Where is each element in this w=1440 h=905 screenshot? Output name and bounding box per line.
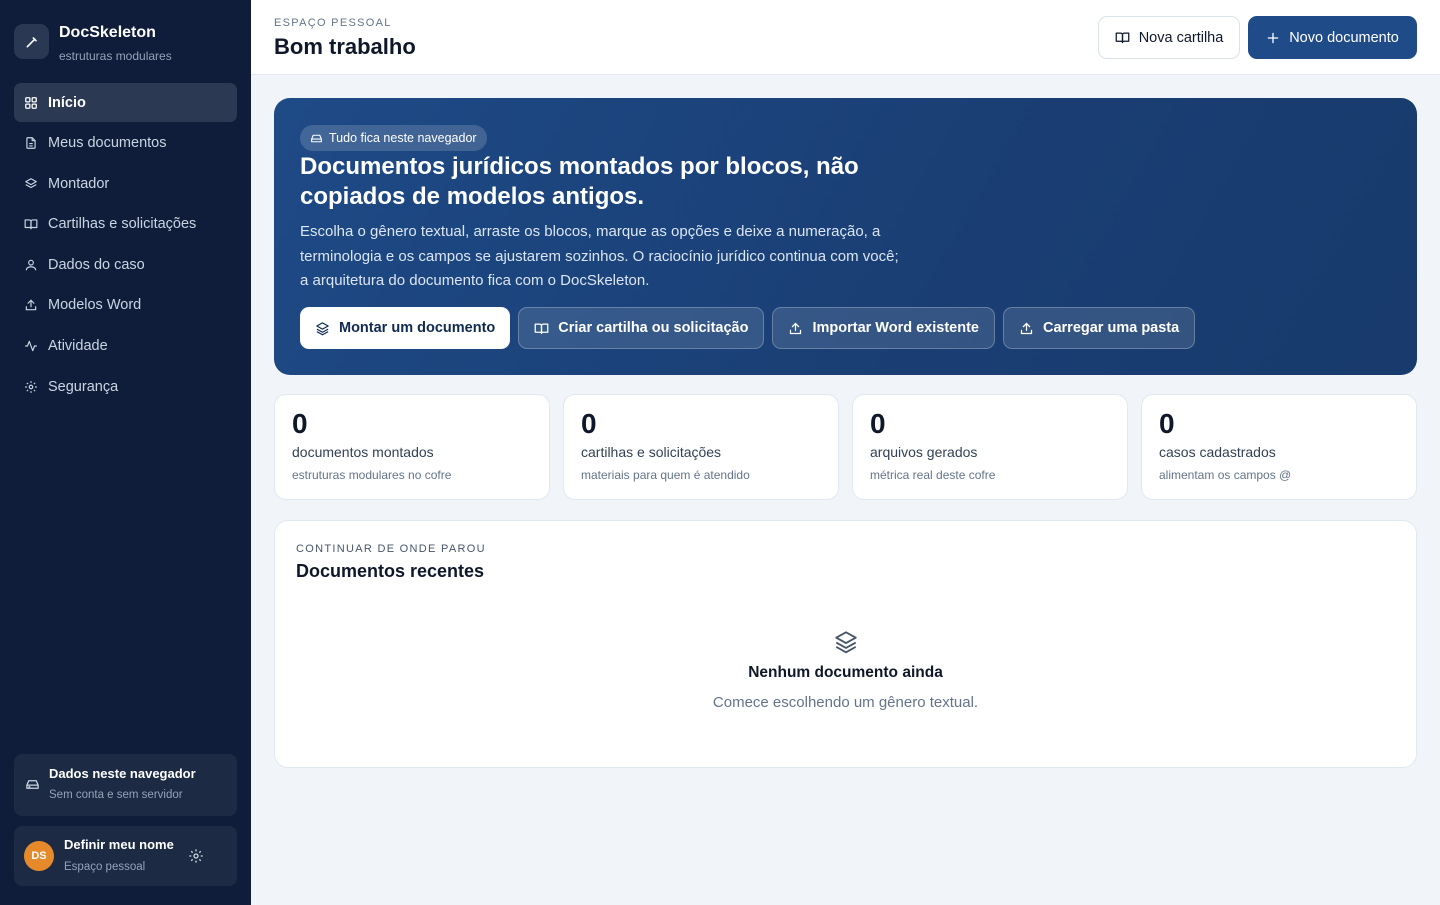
sidebar-item-label: Segurança <box>48 378 119 395</box>
sidebar-item-inicio[interactable]: Início <box>14 83 237 122</box>
create-cartilha-label: Criar cartilha ou solicitação <box>558 320 749 336</box>
hero-description: Escolha o gênero textual, arraste os blo… <box>300 223 899 289</box>
layers-icon <box>24 177 38 191</box>
brand-name: DocSkeleton <box>59 24 156 41</box>
new-document-label: Novo documento <box>1289 29 1399 46</box>
empty-state-subtitle: Comece escolhendo um gênero textual. <box>712 694 979 711</box>
sidebar-item-seguranca[interactable]: Segurança <box>14 367 237 406</box>
storage-title: Dados neste navegador <box>49 766 196 781</box>
build-document-label: Montar um documento <box>339 320 496 336</box>
stat-label: arquivos gerados <box>870 444 978 460</box>
user-workspace: Espaço pessoal <box>64 861 146 873</box>
sidebar-item-label: Montador <box>48 175 110 192</box>
hero-badge-label: Tudo fica neste navegador <box>329 131 477 145</box>
stat-value: 0 <box>1159 408 1175 439</box>
stat-card-files: 0 arquivos gerados métrica real deste co… <box>852 394 1128 500</box>
stat-card-cases: 0 casos cadastrados alimentam os campos … <box>1141 394 1417 500</box>
plus-icon <box>1266 31 1280 45</box>
sidebar-item-label: Modelos Word <box>48 297 142 314</box>
storage-card: Dados neste navegador Sem conta e sem se… <box>14 754 237 816</box>
layers-icon <box>832 629 860 655</box>
hero-title: Documentos jurídicos montados por blocos… <box>300 153 859 210</box>
new-document-button[interactable]: Novo documento <box>1248 16 1417 59</box>
empty-state-title: Nenhum documento ainda <box>748 664 943 681</box>
avatar: DS <box>24 841 54 871</box>
stat-card-documents: 0 documentos montados estruturas modular… <box>274 394 550 500</box>
recent-eyebrow: CONTINUAR DE ONDE PAROU <box>296 543 486 555</box>
upload-icon <box>24 298 38 312</box>
wand-icon <box>14 24 49 59</box>
user-card[interactable]: DS Definir meu nome Espaço pessoal <box>14 826 237 886</box>
import-word-label: Importar Word existente <box>812 320 979 336</box>
user-icon <box>24 258 38 272</box>
user-name[interactable]: Definir meu nome <box>64 837 174 852</box>
upload-folder-button[interactable]: Carregar uma pasta <box>1003 307 1196 349</box>
drive-icon <box>25 777 40 797</box>
upload-folder-label: Carregar uma pasta <box>1043 320 1180 336</box>
book-icon <box>24 217 38 231</box>
upload-icon <box>788 321 803 336</box>
sidebar-item-atividade[interactable]: Atividade <box>14 327 237 366</box>
recent-documents-panel: CONTINUAR DE ONDE PAROU Documentos recen… <box>274 520 1417 768</box>
sidebar: DocSkeleton estruturas modulares Início … <box>0 0 251 905</box>
stat-value: 0 <box>292 408 308 439</box>
activity-icon <box>24 339 38 353</box>
page-title: Bom trabalho <box>274 34 416 59</box>
brand[interactable]: DocSkeleton estruturas modulares <box>14 24 172 63</box>
upload-icon <box>1019 321 1034 336</box>
stat-value: 0 <box>870 408 886 439</box>
stat-label: documentos montados <box>292 444 434 460</box>
settings-gear-icon[interactable] <box>188 848 204 869</box>
recent-title: Documentos recentes <box>296 561 485 581</box>
header-eyebrow: ESPAÇO PESSOAL <box>274 17 392 29</box>
stat-label: casos cadastrados <box>1159 444 1276 460</box>
grid-icon <box>24 96 38 110</box>
sidebar-item-meus-documentos[interactable]: Meus documentos <box>14 124 237 163</box>
sidebar-item-label: Cartilhas e solicitações <box>48 216 197 233</box>
import-word-button[interactable]: Importar Word existente <box>772 307 995 349</box>
stat-card-cartilhas: 0 cartilhas e solicitações materiais par… <box>563 394 839 500</box>
file-icon <box>24 136 38 150</box>
stat-subtitle: alimentam os campos @ <box>1159 468 1292 482</box>
hero-actions: Montar um documento Criar cartilha ou so… <box>300 307 1203 349</box>
gear-icon <box>24 380 38 394</box>
sidebar-item-label: Início <box>48 94 86 111</box>
stat-subtitle: métrica real deste cofre <box>870 468 996 482</box>
create-cartilha-button[interactable]: Criar cartilha ou solicitação <box>518 307 765 349</box>
layers-icon <box>315 321 330 336</box>
sidebar-item-dados-do-caso[interactable]: Dados do caso <box>14 245 237 284</box>
stat-label: cartilhas e solicitações <box>581 444 722 460</box>
new-cartilha-label: Nova cartilha <box>1138 29 1224 46</box>
brand-subtitle: estruturas modulares <box>59 49 172 63</box>
sidebar-item-montador[interactable]: Montador <box>14 164 237 203</box>
sidebar-item-label: Meus documentos <box>48 135 167 152</box>
hero-banner: Tudo fica neste navegador Documentos jur… <box>274 98 1417 375</box>
stat-subtitle: estruturas modulares no cofre <box>292 468 452 482</box>
drive-icon <box>310 132 323 145</box>
stat-value: 0 <box>581 408 597 439</box>
build-document-button[interactable]: Montar um documento <box>300 307 511 349</box>
stat-subtitle: materiais para quem é atendido <box>581 468 750 482</box>
book-icon <box>534 321 549 336</box>
new-cartilha-button[interactable]: Nova cartilha <box>1098 16 1240 59</box>
storage-subtitle: Sem conta e sem servidor <box>49 789 183 801</box>
hero-badge: Tudo fica neste navegador <box>300 125 487 151</box>
sidebar-item-label: Dados do caso <box>48 256 145 273</box>
sidebar-item-modelos-word[interactable]: Modelos Word <box>14 286 237 325</box>
sidebar-item-cartilhas[interactable]: Cartilhas e solicitações <box>14 205 237 244</box>
top-header: ESPAÇO PESSOAL Bom trabalho Nova cartilh… <box>251 0 1440 75</box>
sidebar-nav: Início Meus documentos Montador Cartilha… <box>14 83 237 408</box>
sidebar-item-label: Atividade <box>48 338 108 355</box>
book-icon <box>1115 30 1130 45</box>
